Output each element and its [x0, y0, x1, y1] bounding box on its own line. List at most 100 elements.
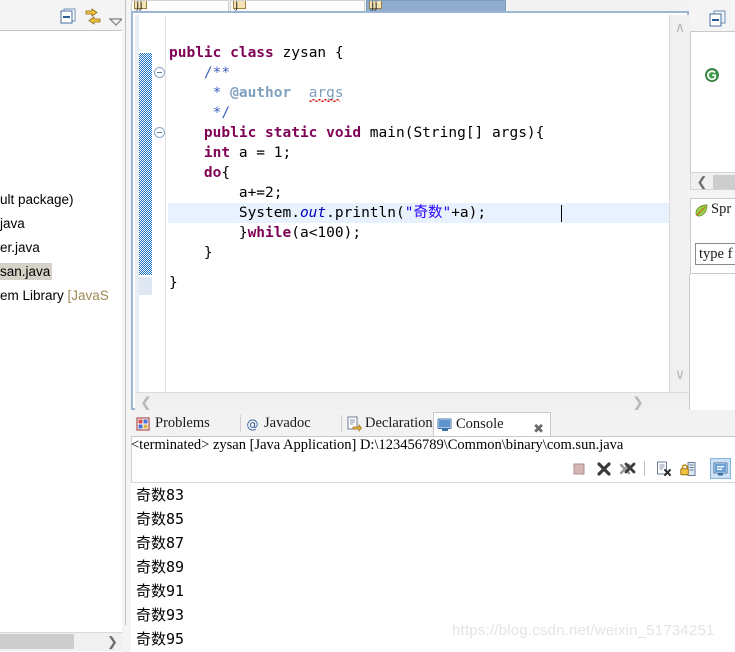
hscroll-left-arrow-icon[interactable]: ❮ — [695, 175, 709, 189]
outline-toolbar — [689, 8, 735, 30]
java-source-editor[interactable]: public class zysan { /** * @author args … — [131, 11, 689, 410]
package-explorer-toolbar — [0, 0, 131, 31]
pin-console-button[interactable] — [713, 461, 729, 477]
editor-vertical-scrollbar[interactable]: ∧ ∨ — [669, 15, 689, 392]
code-token: "奇数" — [404, 205, 452, 221]
console-output-line: 奇数91 — [136, 582, 185, 600]
hscrollbar-thumb[interactable] — [713, 175, 735, 189]
link-with-editor-icon[interactable] — [84, 8, 102, 25]
tree-item-label: san.java — [0, 263, 53, 280]
code-token: do — [169, 165, 222, 181]
green-circle-g-icon[interactable] — [705, 68, 719, 82]
code-token: (a<100); — [291, 225, 362, 241]
remove-all-terminated-button[interactable] — [619, 461, 636, 477]
scroll-left-arrow-icon[interactable]: ❮ — [138, 395, 154, 409]
tab-javadoc[interactable]: @ Javadoc — [242, 412, 342, 436]
changed-lines-marker — [139, 53, 152, 275]
declaration-icon — [346, 416, 362, 432]
outline-tree[interactable] — [690, 31, 735, 173]
code-line: a+=2; — [169, 183, 283, 203]
tab-console-label: Console — [456, 416, 504, 432]
package-explorer-hscrollbar[interactable]: ❯ — [0, 632, 122, 651]
scroll-right-arrow-icon[interactable]: ❯ — [630, 395, 646, 409]
code-line: /** — [169, 63, 230, 83]
tree-item[interactable]: san.java — [0, 262, 53, 281]
eclipse-ide-window: ult package) java er.java san.java em Librar… — [0, 0, 735, 652]
view-menu-chevron-down-icon[interactable] — [108, 13, 124, 26]
left-sash[interactable] — [122, 0, 131, 652]
console-launch-label: <terminated> zysan [Java Application] D:… — [131, 437, 624, 453]
fold-collapse-icon[interactable] — [154, 67, 165, 78]
editor-tab-active-zysan[interactable]: jj — [366, 0, 506, 11]
editor-gutter[interactable] — [135, 15, 168, 392]
tree-item[interactable]: java — [0, 214, 25, 233]
spelling-error-squiggle — [309, 99, 340, 102]
tree-item[interactable]: ult package) — [0, 190, 74, 209]
editor-tab-1[interactable]: jj — [131, 0, 229, 11]
console-output-line: 奇数95 — [136, 630, 185, 648]
tab-problems-label: Problems — [155, 415, 210, 431]
code-token: } — [169, 245, 213, 261]
code-token: zysan { — [282, 45, 344, 61]
console-toolbar — [571, 458, 735, 481]
text-caret — [561, 205, 562, 222]
scroll-up-arrow-icon[interactable]: ∧ — [670, 20, 690, 34]
tree-item-label: er.java — [0, 240, 40, 255]
outline-panel: ❮ Spr type f — [689, 0, 735, 410]
package-explorer-tree[interactable]: ult package) java er.java san.java em Librar… — [0, 190, 122, 320]
tab-divider — [341, 415, 342, 432]
code-token: +a); — [451, 205, 487, 221]
gutter-separator — [165, 15, 166, 392]
code-token: public static void — [169, 125, 370, 141]
terminate-button[interactable] — [571, 461, 587, 477]
tree-item[interactable]: em Library [JavaS — [0, 286, 109, 305]
code-token: a+=2; — [169, 185, 283, 201]
problems-icon — [136, 416, 152, 432]
outline-hscrollbar[interactable]: ❮ — [690, 172, 735, 190]
watermark-text: https://blog.csdn.net/weixin_51734251 — [452, 622, 715, 639]
right-panel-filler — [689, 274, 735, 410]
editor-tab-row: jj j jj — [131, 0, 689, 11]
tree-item[interactable]: er.java — [0, 238, 40, 257]
code-token: * — [169, 85, 231, 101]
hscrollbar-thumb[interactable] — [0, 634, 74, 649]
clear-console-button[interactable] — [656, 461, 672, 477]
javadoc-icon: @ — [245, 416, 261, 432]
console-view: Problems @ Javadoc Declaration Console ✖… — [131, 410, 735, 652]
code-token: } — [169, 225, 248, 241]
outline-filter-area: type f — [690, 222, 735, 274]
editor-horizontal-scrollbar[interactable]: ❮ ❯ — [135, 392, 689, 410]
code-token: @author — [230, 85, 292, 101]
tab-problems[interactable]: Problems — [133, 412, 241, 436]
code-text[interactable]: public class zysan { /** * @author args … — [169, 15, 735, 392]
code-token: out — [299, 205, 327, 221]
code-line: } — [169, 273, 178, 293]
scroll-lock-button[interactable] — [680, 461, 696, 477]
filter-text-input[interactable]: type f — [695, 243, 735, 265]
collapse-all-icon[interactable] — [60, 8, 77, 24]
code-line: */ — [169, 103, 230, 123]
code-token: */ — [169, 105, 231, 121]
tree-item-qualifier: [JavaS — [67, 288, 109, 303]
console-output-line: 奇数85 — [136, 510, 185, 528]
fold-collapse-icon[interactable] — [154, 127, 165, 138]
spring-view-tab[interactable]: Spr — [690, 198, 735, 222]
code-token: while — [247, 225, 292, 241]
scroll-down-arrow-icon[interactable]: ∨ — [670, 367, 690, 381]
remove-launch-button[interactable] — [596, 461, 612, 477]
code-token: public class — [169, 45, 283, 61]
tab-console[interactable]: Console ✖ — [433, 412, 551, 436]
svg-text:@: @ — [247, 418, 259, 432]
code-token: a = 1; — [230, 145, 292, 161]
editor-canvas: public class zysan { /** * @author args … — [135, 15, 689, 410]
collapse-all-icon[interactable] — [709, 10, 727, 32]
tree-item-label: ult package) — [0, 192, 74, 207]
spring-view-tab-label: Spr — [711, 201, 732, 217]
code-line: do{ — [169, 163, 230, 183]
editor-tab-2[interactable]: j — [230, 0, 365, 11]
bottom-view-tabbar: Problems @ Javadoc Declaration Console ✖ — [131, 410, 735, 437]
hscroll-right-arrow-icon[interactable]: ❯ — [104, 634, 121, 649]
code-token: { — [221, 165, 231, 181]
left-sash-line — [125, 0, 126, 652]
